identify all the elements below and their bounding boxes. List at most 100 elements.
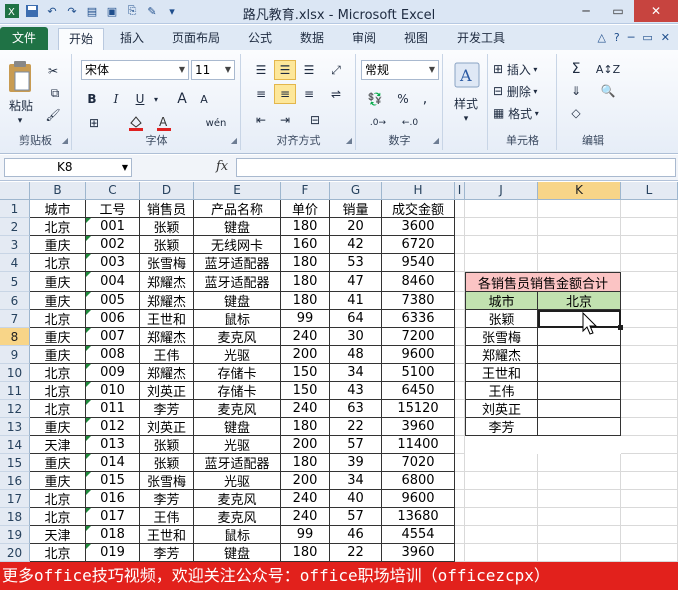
- table-cell[interactable]: 150: [281, 382, 330, 400]
- table-cell[interactable]: 150: [281, 364, 330, 382]
- grid-cell[interactable]: [465, 218, 538, 236]
- table-cell[interactable]: 天津: [30, 526, 86, 544]
- table-cell[interactable]: 180: [281, 292, 330, 310]
- table-cell[interactable]: 017: [86, 508, 140, 526]
- table-cell[interactable]: 003: [86, 254, 140, 272]
- table-cell[interactable]: 22: [330, 544, 382, 562]
- table-cell[interactable]: 180: [281, 254, 330, 272]
- summary-name-cell[interactable]: 王世和: [465, 364, 538, 382]
- grid-cell[interactable]: [621, 418, 678, 436]
- grid-cell[interactable]: [621, 310, 678, 328]
- align-bottom-icon[interactable]: ☰: [298, 60, 320, 80]
- table-cell[interactable]: 重庆: [30, 292, 86, 310]
- grid-cell[interactable]: [621, 292, 678, 310]
- tab-insert[interactable]: 插入: [112, 28, 152, 50]
- grid-cell[interactable]: [621, 436, 678, 454]
- table-cell[interactable]: 存储卡: [194, 364, 281, 382]
- table-cell[interactable]: 001: [86, 218, 140, 236]
- row-header[interactable]: 5: [0, 272, 30, 292]
- table-cell[interactable]: 麦克风: [194, 328, 281, 346]
- grid-cell[interactable]: [621, 218, 678, 236]
- table-header-cell[interactable]: 销售员: [140, 200, 194, 218]
- row-header[interactable]: 10: [0, 364, 30, 382]
- table-cell[interactable]: 180: [281, 218, 330, 236]
- grid-cell[interactable]: [455, 254, 465, 272]
- grid-cell[interactable]: [538, 218, 621, 236]
- table-cell[interactable]: 34: [330, 472, 382, 490]
- summary-header-city[interactable]: 城市: [465, 292, 538, 310]
- grid-cell[interactable]: [538, 454, 621, 472]
- table-cell[interactable]: 郑耀杰: [140, 364, 194, 382]
- cut-icon[interactable]: ✂: [44, 62, 62, 80]
- number-launcher-icon[interactable]: ◢: [433, 136, 439, 145]
- row-header[interactable]: 6: [0, 292, 30, 310]
- minimize-ribbon-icon[interactable]: △: [597, 31, 605, 44]
- orientation-icon[interactable]: ⤢: [324, 60, 348, 80]
- row-header[interactable]: 12: [0, 400, 30, 418]
- alignment-launcher-icon[interactable]: ◢: [346, 136, 352, 145]
- column-header[interactable]: K: [538, 182, 621, 200]
- row-header[interactable]: 18: [0, 508, 30, 526]
- formula-input[interactable]: [236, 158, 676, 177]
- table-cell[interactable]: 160: [281, 236, 330, 254]
- table-cell[interactable]: 6720: [382, 236, 455, 254]
- table-cell[interactable]: 李芳: [140, 544, 194, 562]
- table-header-cell[interactable]: 城市: [30, 200, 86, 218]
- shrink-font-button[interactable]: A: [195, 90, 213, 108]
- table-cell[interactable]: 北京: [30, 400, 86, 418]
- table-cell[interactable]: 47: [330, 272, 382, 292]
- grid-cell[interactable]: [621, 254, 678, 272]
- grid-cell[interactable]: [465, 490, 538, 508]
- table-cell[interactable]: 刘英正: [140, 418, 194, 436]
- table-cell[interactable]: 019: [86, 544, 140, 562]
- table-cell[interactable]: 64: [330, 310, 382, 328]
- table-cell[interactable]: 麦克风: [194, 508, 281, 526]
- grid-cell[interactable]: [621, 382, 678, 400]
- table-cell[interactable]: 11400: [382, 436, 455, 454]
- italic-button[interactable]: I: [107, 90, 125, 108]
- font-launcher-icon[interactable]: ◢: [231, 136, 237, 145]
- summary-value-cell[interactable]: [538, 346, 621, 364]
- table-cell[interactable]: 3960: [382, 544, 455, 562]
- summary-value-cell[interactable]: [538, 382, 621, 400]
- column-header[interactable]: D: [140, 182, 194, 200]
- table-header-cell[interactable]: 工号: [86, 200, 140, 218]
- table-cell[interactable]: 15120: [382, 400, 455, 418]
- grid-cell[interactable]: [465, 454, 538, 472]
- grid-cell[interactable]: [455, 200, 465, 218]
- table-cell[interactable]: 63: [330, 400, 382, 418]
- column-header[interactable]: I: [455, 182, 465, 200]
- help-icon[interactable]: ?: [614, 31, 620, 44]
- grid-cell[interactable]: [455, 418, 465, 436]
- table-cell[interactable]: 光驱: [194, 472, 281, 490]
- grid-cell[interactable]: [465, 508, 538, 526]
- table-cell[interactable]: 郑耀杰: [140, 328, 194, 346]
- delete-cells-button[interactable]: ⊟ 删除 ▾: [493, 82, 555, 100]
- grid-cell[interactable]: [621, 472, 678, 490]
- table-cell[interactable]: 007: [86, 328, 140, 346]
- grid-cell[interactable]: [621, 490, 678, 508]
- table-cell[interactable]: 张雪梅: [140, 254, 194, 272]
- column-header[interactable]: L: [621, 182, 678, 200]
- table-cell[interactable]: 9600: [382, 346, 455, 364]
- table-cell[interactable]: 王世和: [140, 310, 194, 328]
- table-cell[interactable]: 光驱: [194, 346, 281, 364]
- grid-cell[interactable]: [621, 508, 678, 526]
- table-cell[interactable]: 李芳: [140, 490, 194, 508]
- align-left-icon[interactable]: ≡: [250, 84, 272, 104]
- grid-cell[interactable]: [621, 400, 678, 418]
- table-cell[interactable]: 蓝牙适配器: [194, 272, 281, 292]
- grid-cell[interactable]: [621, 272, 678, 292]
- table-cell[interactable]: 46: [330, 526, 382, 544]
- table-cell[interactable]: 010: [86, 382, 140, 400]
- name-box[interactable]: K8 ▼: [4, 158, 132, 177]
- column-header[interactable]: F: [281, 182, 330, 200]
- table-cell[interactable]: 重庆: [30, 454, 86, 472]
- comma-button[interactable]: ,: [417, 90, 433, 108]
- table-cell[interactable]: 30: [330, 328, 382, 346]
- summary-name-cell[interactable]: 王伟: [465, 382, 538, 400]
- grid-cell[interactable]: [538, 254, 621, 272]
- minimize-icon[interactable]: ─: [570, 0, 602, 22]
- grid-cell[interactable]: [621, 526, 678, 544]
- row-header[interactable]: 13: [0, 418, 30, 436]
